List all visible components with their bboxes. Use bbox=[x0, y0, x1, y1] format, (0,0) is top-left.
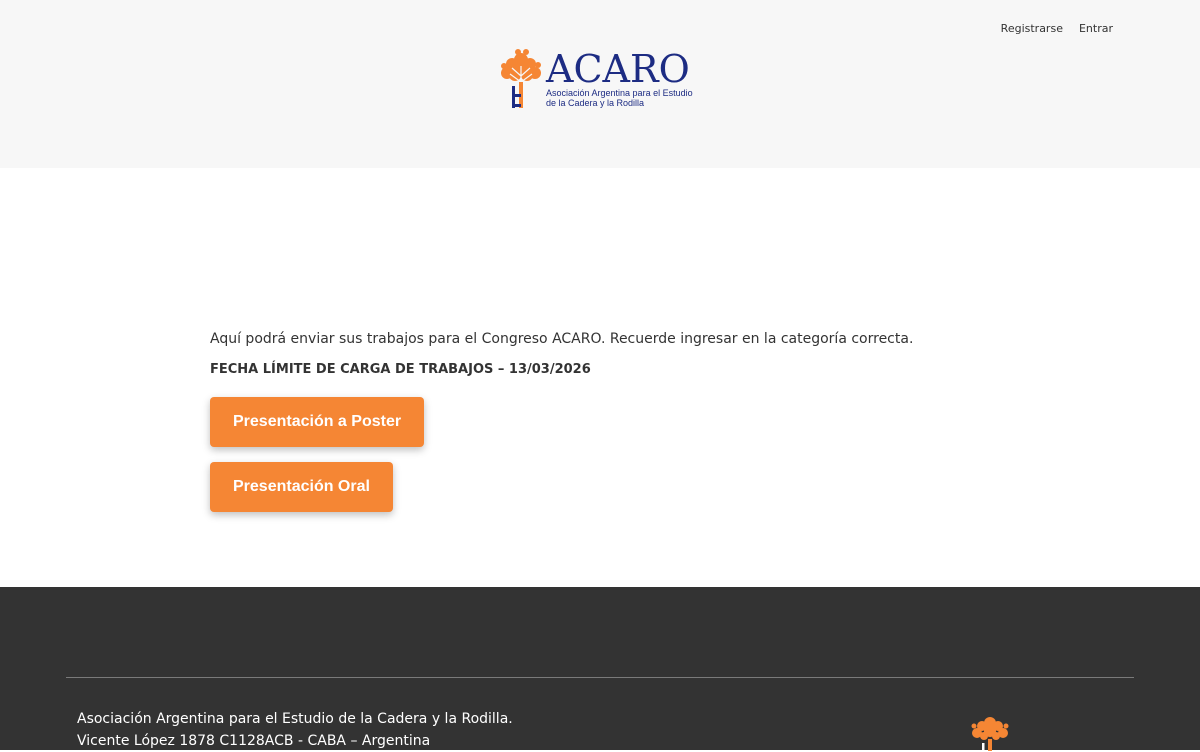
oral-presentation-button[interactable]: Presentación Oral bbox=[210, 462, 393, 512]
intro-text: Aquí podrá enviar sus trabajos para el C… bbox=[210, 331, 914, 347]
main-content: Aquí podrá enviar sus trabajos para el C… bbox=[210, 328, 990, 512]
tree-icon bbox=[501, 49, 541, 108]
deadline-text: FECHA LÍMITE DE CARGA DE TRABAJOS – 13/0… bbox=[210, 362, 591, 377]
logo-subtitle-line2: de la Cadera y la Rodilla bbox=[546, 98, 645, 108]
footer-divider bbox=[66, 677, 1134, 678]
footer-org-name: Asociación Argentina para el Estudio de … bbox=[77, 711, 513, 727]
register-link[interactable]: Registrarse bbox=[1001, 22, 1063, 35]
logo-wordmark: ACARO bbox=[546, 47, 690, 91]
top-nav: Registrarse Entrar bbox=[1001, 22, 1113, 35]
site-logo[interactable]: ACARO Asociación Argentina para el Estud… bbox=[498, 46, 708, 112]
poster-presentation-button[interactable]: Presentación a Poster bbox=[210, 397, 425, 447]
footer-address-line: Vicente López 1878 C1128ACB - CABA – Arg… bbox=[77, 733, 431, 749]
login-link[interactable]: Entrar bbox=[1079, 22, 1113, 35]
footer-tree-icon bbox=[971, 717, 1009, 751]
logo-subtitle-line1: Asociación Argentina para el Estudio bbox=[546, 88, 693, 98]
site-header: Registrarse Entrar ACARO Asociación Arge… bbox=[0, 0, 1200, 168]
footer-address: Asociación Argentina para el Estudio de … bbox=[77, 708, 513, 752]
site-footer: Asociación Argentina para el Estudio de … bbox=[0, 587, 1200, 752]
logo-text: ACARO Asociación Argentina para el Estud… bbox=[546, 50, 708, 108]
